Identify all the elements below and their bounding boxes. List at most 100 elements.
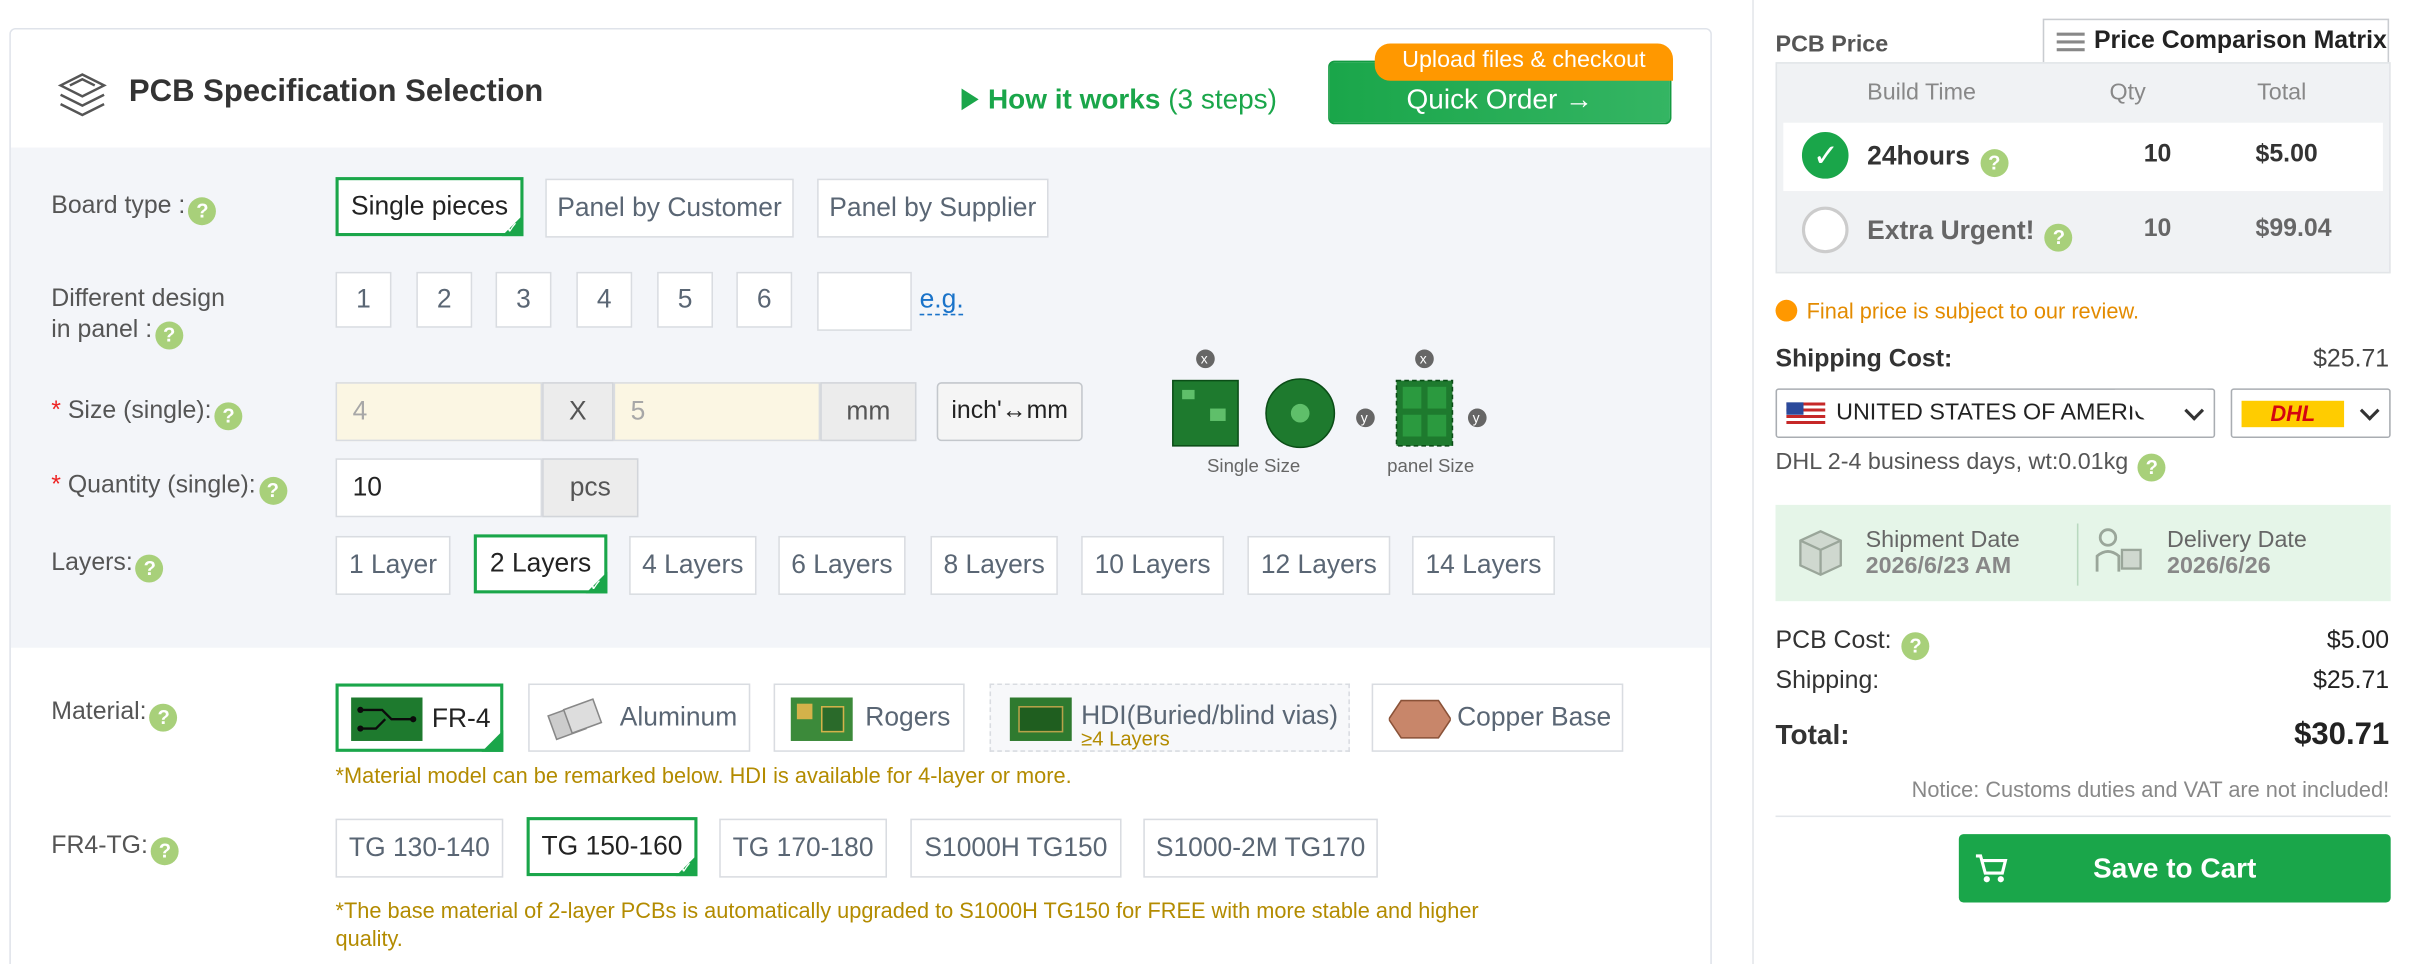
help-icon[interactable]: ? (2137, 453, 2166, 482)
board-type-panel-supplier[interactable]: Panel by Supplier (817, 178, 1049, 238)
layer-option-4[interactable]: 4 Layers (629, 535, 757, 595)
pcb-price-title: PCB Price (1775, 31, 1889, 58)
save-to-cart-label: Save to Cart (2093, 852, 2257, 884)
carrier-select[interactable]: DHL (2230, 388, 2391, 439)
material-label: Material:? (51, 697, 178, 732)
tg-option-s1000h[interactable]: S1000H TG150 (910, 818, 1122, 878)
material-fr4[interactable]: FR-4 (335, 683, 504, 752)
quick-order-label: Quick Order (1406, 83, 1558, 115)
board-type-panel-customer[interactable]: Panel by Customer (545, 178, 794, 238)
radio-unchecked-icon[interactable] (1801, 206, 1849, 254)
material-rogers[interactable]: Rogers (773, 683, 965, 752)
tg-option-130[interactable]: TG 130-140 (335, 818, 504, 878)
tg-option-s1000-2m[interactable]: S1000-2M TG170 (1143, 818, 1378, 878)
layer-option-12[interactable]: 12 Layers (1247, 535, 1391, 595)
price-matrix-button[interactable]: Price Comparison Matrix (2042, 18, 2390, 66)
pcb-cost-value: $5.00 (2326, 627, 2390, 654)
total-label: Total: (1775, 719, 1850, 751)
size-y-input[interactable]: 5 (613, 382, 821, 442)
shipping-cost-label: Shipping Cost: (1775, 346, 1953, 373)
layer-option-6[interactable]: 6 Layers (778, 535, 906, 595)
pin-icon (1775, 299, 1798, 322)
how-it-works-link[interactable]: How it works (3 steps) (961, 83, 1277, 117)
shipping-value: $25.71 (2313, 667, 2390, 695)
shipment-date-label: Shipment Date (1865, 526, 2020, 554)
customs-notice: Notice: Customs duties and VAT are not i… (1911, 776, 2390, 802)
radio-checked-icon[interactable] (1801, 132, 1849, 179)
country-select[interactable]: UNITED STATES OF AMERICA (1775, 388, 2216, 439)
size-unit: mm (820, 382, 917, 442)
svg-text:y: y (1361, 410, 1368, 426)
us-flag-icon (1786, 402, 1826, 426)
pcb-stack-icon (57, 73, 107, 117)
svg-text:x: x (1201, 350, 1208, 366)
rogers-board-icon (790, 697, 853, 741)
help-icon[interactable]: ? (258, 476, 287, 505)
layer-option-8[interactable]: 8 Layers (930, 535, 1058, 595)
col-total: Total (2257, 79, 2307, 106)
quantity-input[interactable]: 10 (335, 458, 543, 518)
design-option-1[interactable]: 1 (335, 271, 392, 328)
help-icon[interactable]: ? (214, 402, 243, 431)
tg-label: FR4-TG:? (51, 831, 179, 866)
delivery-date-label: Delivery Date (2166, 526, 2307, 554)
help-icon[interactable]: ? (135, 554, 164, 583)
panel-size-caption: panel Size (1387, 455, 1475, 477)
size-x-input[interactable]: 4 (335, 382, 543, 442)
board-type-label: Board type :? (51, 191, 217, 226)
material-copper-base[interactable]: Copper Base (1371, 683, 1624, 752)
design-option-6[interactable]: 6 (736, 271, 793, 328)
design-example-link[interactable]: e.g. (919, 285, 964, 316)
size-x-separator: X (542, 382, 614, 442)
material-aluminum[interactable]: Aluminum (528, 683, 751, 752)
layer-option-10[interactable]: 10 Layers (1081, 535, 1225, 595)
hdi-board-icon (1009, 697, 1072, 741)
material-rogers-label: Rogers (865, 702, 951, 732)
chevron-down-icon (2359, 400, 2380, 421)
package-icon (1799, 529, 1842, 577)
tg-option-170[interactable]: TG 170-180 (719, 818, 887, 878)
list-icon (2056, 32, 2085, 52)
price-table: Build Time Qty Total 24hours ? 10 $5.00 … (1775, 62, 2391, 274)
page-title: PCB Specification Selection (128, 74, 544, 109)
total-value: $99.04 (2255, 215, 2332, 243)
spec-panel: PCB Specification Selection How it works… (9, 27, 1712, 964)
board-type-single-pieces[interactable]: Single pieces (335, 177, 524, 241)
help-icon[interactable]: ? (149, 703, 178, 732)
dhl-logo-icon: DHL (2241, 400, 2345, 428)
help-icon[interactable]: ? (188, 197, 217, 226)
single-size-diagram: x y (1172, 349, 1375, 449)
price-row-24hours[interactable]: 24hours ? 10 $5.00 (1783, 122, 2383, 192)
final-price-note: Final price is subject to our review. (1775, 298, 2139, 323)
design-option-4[interactable]: 4 (576, 271, 633, 328)
price-row-extra-urgent[interactable]: Extra Urgent! ? 10 $99.04 (1783, 197, 2383, 265)
design-custom-input[interactable] (817, 271, 912, 331)
layer-option-2[interactable]: 2 Layers (473, 534, 608, 598)
delivery-date-value: 2026/6/26 (2166, 553, 2271, 580)
col-build-time: Build Time (1867, 79, 1976, 106)
material-note: *Material model can be remarked below. H… (335, 762, 1072, 788)
help-icon[interactable]: ? (151, 837, 179, 866)
svg-text:x: x (1420, 350, 1427, 366)
layer-option-14[interactable]: 14 Layers (1412, 535, 1555, 595)
design-option-5[interactable]: 5 (657, 271, 714, 328)
unit-convert-button[interactable]: inch'↔mm (936, 382, 1083, 442)
tg-option-150[interactable]: TG 150-160 (526, 817, 698, 881)
help-icon[interactable]: ? (1901, 632, 1930, 661)
qty-value: 10 (2143, 141, 2172, 168)
aluminum-board-icon (547, 698, 603, 741)
help-icon[interactable]: ? (2044, 223, 2073, 252)
help-icon[interactable]: ? (155, 321, 184, 350)
pcb-cost-label: PCB Cost: ? (1776, 628, 1930, 661)
quantity-label: * Quantity (single):? (51, 471, 287, 505)
material-hdi[interactable]: HDI(Buried/blind vias) ≥4 Layers (989, 683, 1350, 752)
qty-value: 10 (2143, 215, 2172, 243)
help-icon[interactable]: ? (1980, 149, 2009, 178)
design-option-3[interactable]: 3 (495, 271, 552, 328)
layers-label: Layers:? (51, 548, 164, 583)
how-it-works-steps: (3 steps) (1168, 83, 1277, 115)
spec-header: PCB Specification Selection How it works… (10, 29, 1711, 148)
design-option-2[interactable]: 2 (416, 271, 473, 328)
layer-option-1[interactable]: 1 Layer (335, 535, 451, 595)
save-to-cart-button[interactable]: Save to Cart (1958, 834, 2391, 903)
